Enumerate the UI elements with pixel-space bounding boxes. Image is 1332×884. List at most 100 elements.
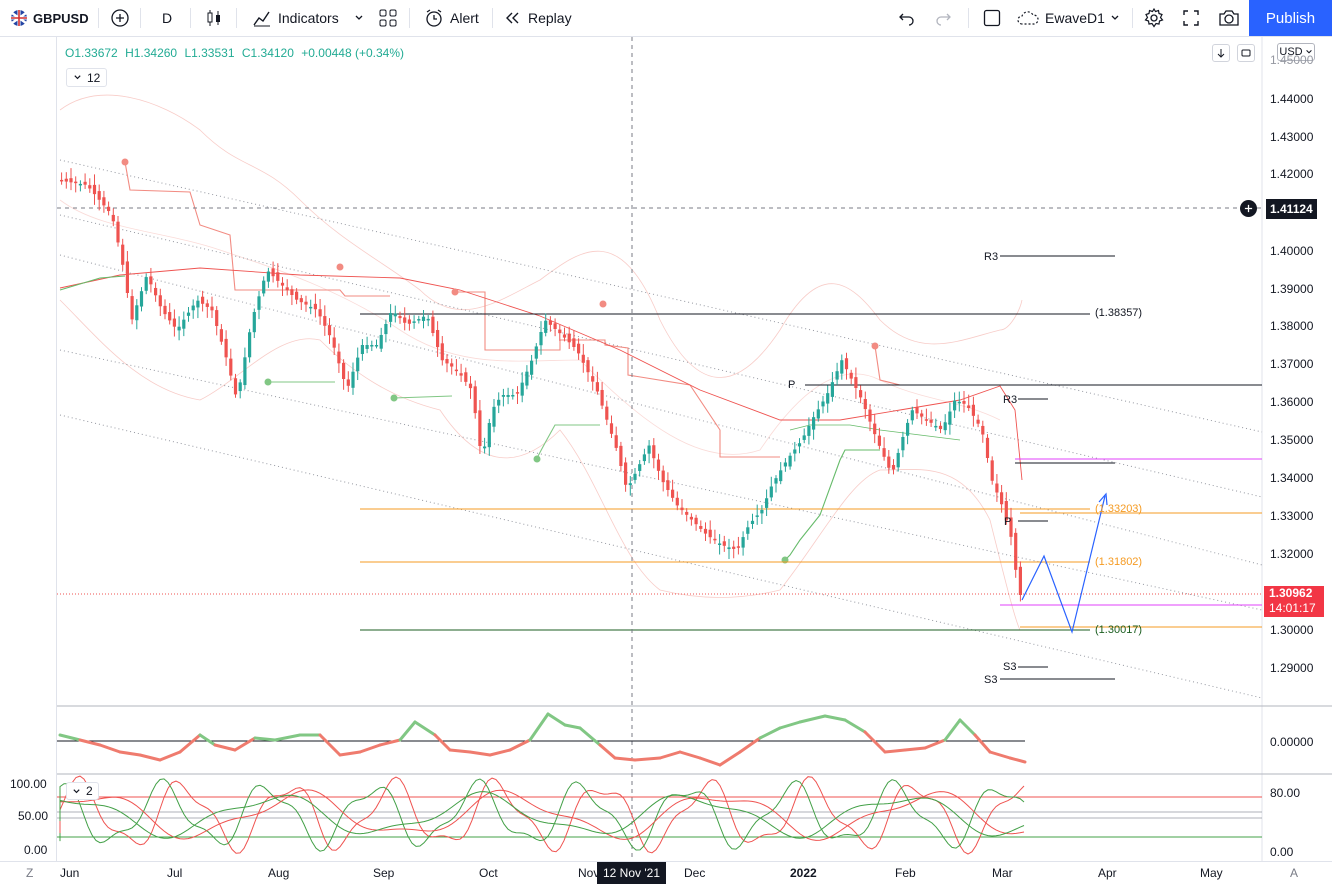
candle-body [440,343,444,361]
candle-body [111,214,115,222]
crosshair-date-tag: 12 Nov '21 [597,862,666,884]
last-price-value: 1.30962 [1269,586,1313,600]
maximize-pane-button[interactable] [1237,44,1255,62]
candle-body [426,318,430,321]
osc1-segment [58,733,82,742]
osc1-segment [598,743,617,760]
pivot-p-label: P [1004,516,1012,528]
candle-body [346,379,350,386]
bar-countdown: 14:01:17 [1269,601,1316,615]
candle-body [233,378,238,395]
candle-body [78,183,82,186]
candle-body [685,511,689,515]
candle-body [384,324,388,335]
candle-body [501,395,505,397]
candle-body [149,276,153,285]
month-label: Oct [479,866,498,880]
candle-body [172,318,176,327]
candle-body [295,291,299,300]
candle-body [182,319,186,329]
candle-body [891,464,896,470]
candle-body [327,325,332,336]
candle-body [821,401,825,407]
candle-body [600,389,604,406]
candle-body [844,358,849,370]
chart-canvas[interactable] [0,0,1332,884]
candle-body [478,410,482,446]
candle-body [342,362,346,379]
candle-body [224,338,228,358]
osc1-segment [698,756,722,767]
candle-body [436,330,440,348]
candle-body [356,357,360,372]
candle-body [901,437,905,451]
candle-body [812,417,816,430]
candle-body [548,320,552,325]
candle-body [215,310,219,326]
pivot-s3-label: S3 [984,674,998,686]
candle-body [144,277,148,291]
candle-body [769,486,773,498]
auto-scale-button[interactable]: A [1290,866,1298,880]
candle-body [168,312,172,321]
candle-body [163,305,167,315]
price-tick: 1.38000 [1270,319,1314,333]
candle-body [830,382,834,397]
candle-body [525,371,529,386]
scroll-down-button[interactable] [1212,44,1230,62]
osc1-segment [1008,756,1027,764]
candle-body [985,437,990,458]
candle-body [483,446,487,449]
candle-body [285,287,289,291]
wave-projection [1021,495,1106,635]
candle-body [981,425,985,435]
candle-body [863,399,867,410]
osc1-segment [158,750,182,762]
osc1-segment [738,736,762,754]
candle-body [158,295,162,307]
candle-body [83,181,87,185]
indicators-collapse-toggle[interactable]: 12 [66,68,108,87]
candle-body [671,489,675,498]
osc2-left-tick: 50.00 [18,809,49,823]
candle-body [205,303,209,307]
osc1-segment [798,714,827,724]
candle-body [102,197,106,206]
candle-body [520,382,524,396]
level-label: (1.33203) [1095,503,1143,515]
candle-body [859,390,863,398]
chevron-down-icon [73,788,80,793]
bollinger-envelope-faint [59,199,1001,455]
candle-body [97,191,101,200]
candle-body [487,423,491,448]
candle-body [581,354,585,363]
osc1-segment [528,712,550,742]
candle-body [407,319,411,324]
candle-body [121,244,125,265]
time-axis[interactable] [0,861,1332,884]
candle-body [957,401,961,404]
price-tick: 1.35000 [1270,433,1314,447]
osc1-segment [338,750,362,757]
osc1-segment [488,748,512,757]
add-alert-button[interactable] [1240,200,1257,217]
candle-body [755,515,759,517]
close-value: C1.34120 [241,46,294,60]
candle-body [69,178,73,183]
candle-body [967,405,971,408]
candle-body [572,338,576,347]
candle-body [666,480,670,490]
oscillator-collapse-toggle[interactable]: 2 [66,782,99,800]
price-tick: 1.42000 [1270,167,1314,181]
low-value: L1.33531 [184,46,235,60]
osc1-segment [958,718,977,737]
zoom-left-button[interactable]: Z [26,866,33,880]
candle-body [403,317,407,323]
candle-body [511,395,515,397]
candle-body [530,360,534,375]
candle-body [661,470,665,483]
osc1-segment [413,720,437,737]
candle-body [412,321,416,323]
month-label: Jun [60,866,80,880]
osc1-segment [448,748,472,754]
